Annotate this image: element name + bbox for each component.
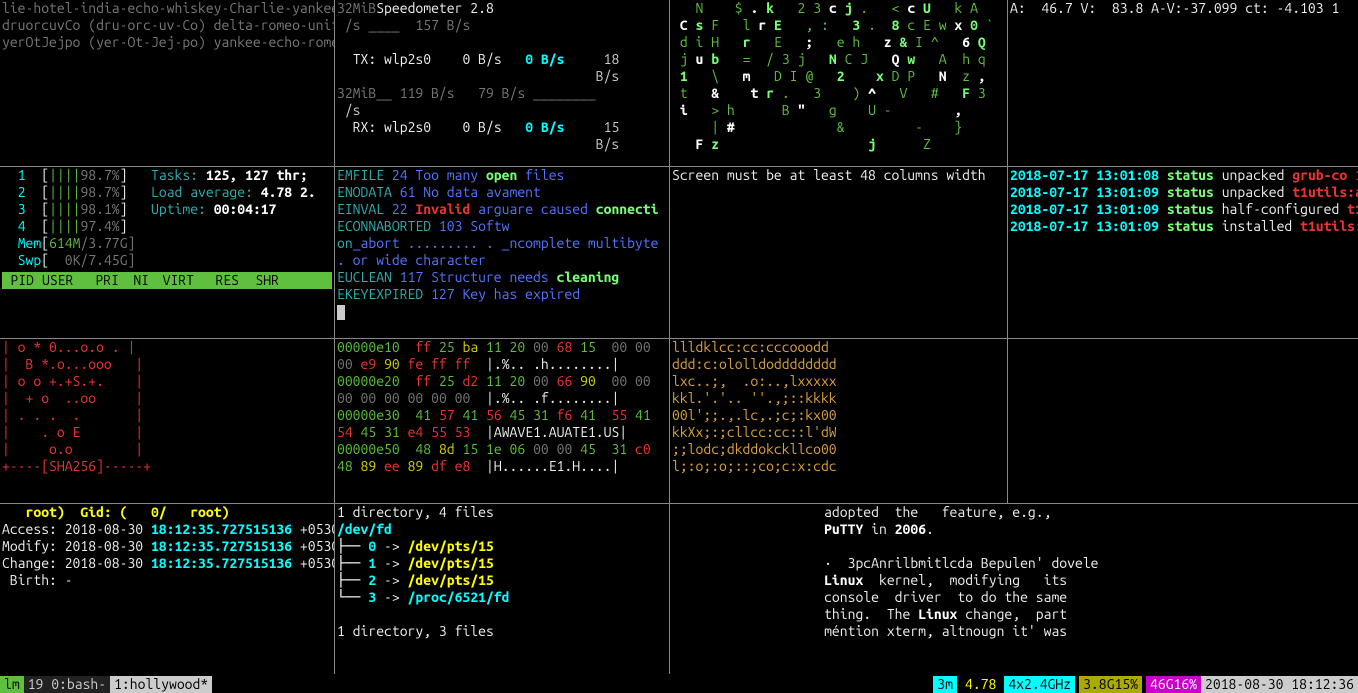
cmatrix-text: N $ . k 2 3 c j . < c U k A C s F l r E …	[672, 0, 1005, 153]
pane-stat: root) Gid: ( 0/ root) Access: 2018-08-30…	[0, 504, 335, 674]
pane-hexdump: 00000e10 ff 25 ba 11 20 00 68 15 00 00 0…	[335, 339, 670, 503]
pane-narrow-msg: Screen must be at least 48 columns width	[670, 167, 1008, 338]
status-mem: 3.8G15%	[1079, 676, 1142, 693]
speedometer-content: 32MiBSpeedometer 2.8 /s ____ 157 B/s TX:…	[337, 0, 667, 153]
pane-speedometer: 32MiBSpeedometer 2.8 /s ____ 157 B/s TX:…	[335, 0, 670, 166]
htop-meters: 1 [||||98.7%] Tasks: 125, 127 thr; 2 [||…	[2, 167, 332, 269]
tmux-statusbar[interactable]: lm 19 0:bash- 1:hollywood* 3m 4.78 4x2.4…	[0, 676, 1358, 693]
pane-ssh-randomart: | o * 0...o.o . | | B *.o...ooo | | o o …	[0, 339, 335, 503]
status-cpu: 4x2.4GHz	[1004, 676, 1075, 693]
errno-list: EMFILE 24 Too many open files ENODATA 61…	[337, 167, 667, 303]
pane-phonetic-words: lie-hotel-india-echo-whiskey-Charlie-yan…	[0, 0, 335, 166]
ascii-lines: llldklcc:cc:cccooodd ddd:c:ololldodddddd…	[672, 339, 1005, 475]
pane-cmatrix: N $ . k 2 3 c j . < c U k A C s F l r E …	[670, 0, 1008, 166]
wiki-text: adopted the feature, e.g., PuTTY in 2006…	[730, 504, 1356, 640]
tree-lines: 1 directory, 4 files /dev/fd ├── 0 -> /d…	[337, 504, 667, 640]
av-sync-line: A: 46.7 V: 83.8 A-V:-37.099 ct: -4.103 1	[1010, 0, 1356, 17]
phonetic-text: lie-hotel-india-echo-whiskey-Charlie-yan…	[2, 0, 332, 51]
status-uptime: 3m	[933, 676, 957, 693]
status-disk: 46G16%	[1146, 676, 1201, 693]
sha-art: | o * 0...o.o . | | B *.o...ooo | | o o …	[2, 339, 332, 475]
cursor	[337, 305, 345, 320]
pane-ascii-art: llldklcc:cc:cccooodd ddd:c:ololldodddddd…	[670, 339, 1008, 503]
status-load: 4.78	[961, 676, 1000, 693]
status-window-hollywood[interactable]: 1:hollywood*	[110, 676, 212, 693]
status-datetime: 2018-08-30 18:12:36	[1201, 676, 1358, 693]
status-session[interactable]: lm	[0, 676, 24, 693]
hex-lines: 00000e10 ff 25 ba 11 20 00 68 15 00 00 0…	[337, 339, 667, 475]
pane-wiki: adopted the feature, e.g., PuTTY in 2006…	[670, 504, 1358, 674]
pane-dpkg-log: 2018-07-17 13:01:08 status unpacked grub…	[1008, 167, 1358, 338]
pane-mplayer-status: A: 46.7 V: 83.8 A-V:-37.099 ct: -4.103 1	[1008, 0, 1358, 166]
pane-htop: 1 [||||98.7%] Tasks: 125, 127 thr; 2 [||…	[0, 167, 335, 338]
stat-lines: root) Gid: ( 0/ root) Access: 2018-08-30…	[2, 504, 332, 589]
screen-width-msg: Screen must be at least 48 columns width	[672, 167, 1005, 184]
pane-tree: 1 directory, 4 files /dev/fd ├── 0 -> /d…	[335, 504, 670, 674]
htop-header: PID USER PRI NI VIRT RES SHR	[2, 272, 332, 289]
pane-errno: EMFILE 24 Too many open files ENODATA 61…	[335, 167, 670, 338]
pane-empty	[1008, 339, 1358, 503]
dpkg-lines: 2018-07-17 13:01:08 status unpacked grub…	[1010, 167, 1356, 235]
terminal-tmux-screen: lie-hotel-india-echo-whiskey-Charlie-yan…	[0, 0, 1358, 693]
status-window-bash[interactable]: 19 0:bash-	[24, 676, 110, 693]
